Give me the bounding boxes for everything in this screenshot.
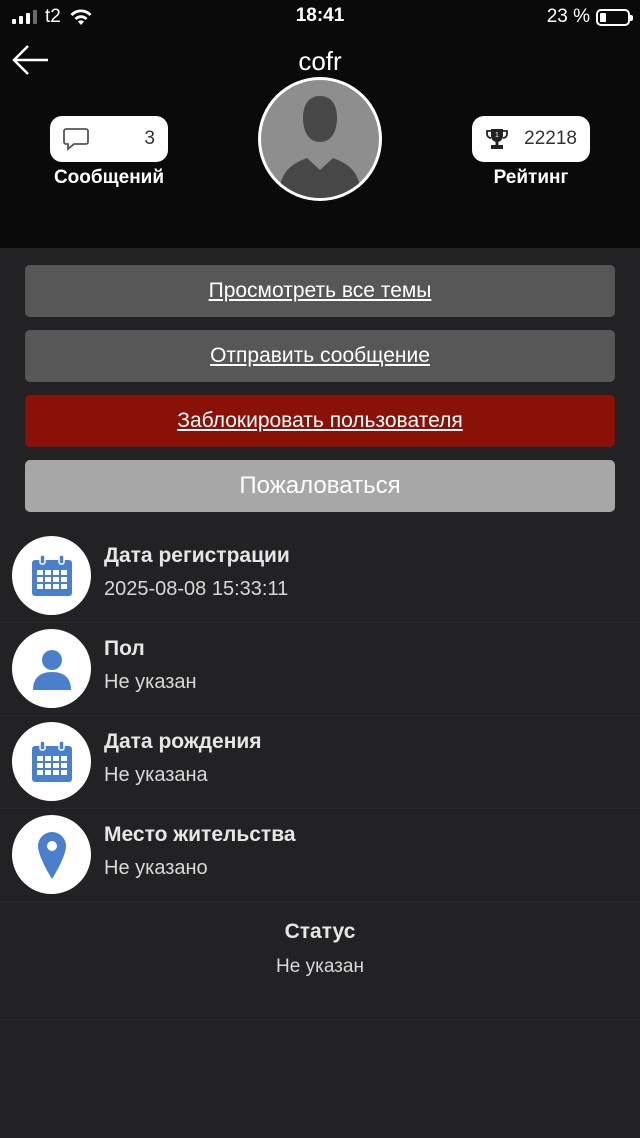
info-row-residence: Место жительства Не указано [0, 809, 640, 902]
battery-level [600, 12, 606, 22]
view-all-topics-button[interactable]: Просмотреть все темы [25, 265, 615, 317]
info-icon-wrap [12, 536, 91, 615]
send-message-label: Отправить сообщение [210, 344, 430, 367]
info-row-registration-date: Дата регистрации 2025-08-08 15:33:11 [0, 530, 640, 623]
profile-header: cofr 3 Сообщений 1 22218 Рейтинг [0, 34, 640, 248]
status-section: Статус Не указан [0, 902, 640, 1020]
view-all-topics-label: Просмотреть все темы [208, 279, 432, 302]
info-row-gender: Пол Не указан [0, 623, 640, 716]
speech-bubble-icon [63, 128, 89, 151]
send-message-button[interactable]: Отправить сообщение [25, 330, 615, 382]
messages-label: Сообщений [53, 167, 165, 188]
calendar-icon [31, 553, 72, 596]
info-value: 2025-08-08 15:33:11 [104, 578, 289, 600]
info-title: Дата рождения [104, 730, 262, 753]
info-title: Дата регистрации [104, 544, 290, 567]
info-value: Не указана [104, 764, 208, 786]
status-bar-right: 23 % [546, 6, 633, 28]
location-pin-icon [37, 831, 66, 879]
info-title: Место жительства [104, 823, 296, 846]
status-title: Статус [284, 920, 356, 943]
report-button[interactable]: Пожаловаться [25, 460, 615, 512]
trophy-icon: 1 [486, 129, 508, 149]
avatar [258, 77, 382, 201]
status-time: 18:41 [295, 5, 345, 26]
messages-badge[interactable]: 3 [50, 116, 168, 162]
default-user-icon [279, 96, 361, 198]
rating-value: 22218 [524, 128, 577, 149]
info-icon-wrap [12, 815, 91, 894]
report-label: Пожаловаться [239, 472, 401, 499]
info-icon-wrap [12, 629, 91, 708]
profile-username: cofr [298, 46, 342, 76]
info-icon-wrap [12, 722, 91, 801]
calendar-icon [31, 739, 72, 782]
info-value: Не указано [104, 857, 208, 879]
rating-badge[interactable]: 1 22218 [472, 116, 590, 162]
battery-percent: 23 % [546, 6, 590, 27]
block-user-label: Заблокировать пользователя [177, 409, 463, 432]
status-bar: t2 18:41 23 % [0, 0, 640, 34]
info-row-birth-date: Дата рождения Не указана [0, 716, 640, 809]
block-user-button[interactable]: Заблокировать пользователя [25, 395, 615, 447]
battery-icon [596, 8, 633, 26]
rating-label: Рейтинг [493, 167, 569, 188]
messages-count: 3 [144, 128, 155, 149]
person-icon [32, 649, 71, 690]
info-value: Не указан [104, 671, 197, 693]
svg-text:1: 1 [495, 132, 499, 139]
status-value: Не указан [276, 956, 364, 977]
info-title: Пол [104, 637, 145, 660]
